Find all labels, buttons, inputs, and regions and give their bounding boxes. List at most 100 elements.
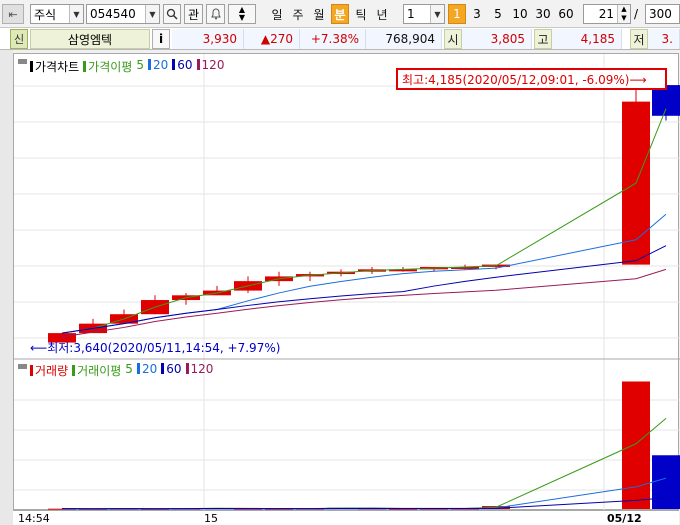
market-select[interactable]: 주식 ▼	[30, 4, 84, 24]
legend-entry[interactable]: 120	[185, 362, 214, 379]
legend-label: 거래이평	[77, 364, 122, 378]
volume-bar	[622, 381, 650, 509]
legend-marker-icon	[196, 59, 200, 70]
current-price: 3,930	[172, 29, 244, 49]
low-callout: ⟵최저:3,640(2020/05/11,14:54, +7.97%)	[30, 341, 281, 355]
legend-label: 20	[141, 362, 158, 376]
volume-legend: 거래량 거래이평 5 20 60 120	[30, 362, 213, 379]
left-strip	[0, 50, 13, 525]
x-tick-label: 05/12	[607, 512, 642, 525]
chevron-down-icon[interactable]: ▼	[145, 5, 159, 23]
bell-icon	[210, 8, 221, 20]
search-button[interactable]	[163, 4, 181, 24]
legend-label: 5	[136, 58, 144, 72]
period-button[interactable]: 일	[268, 4, 286, 24]
period-button[interactable]: 년	[373, 4, 391, 24]
legend-entry[interactable]: 가격차트	[30, 58, 79, 75]
interval-button[interactable]: 60	[555, 4, 577, 24]
legend-entry[interactable]: 60	[172, 58, 193, 75]
watchlist-button-label: 관	[187, 7, 200, 22]
period-button[interactable]: 월	[310, 4, 328, 24]
interval-button[interactable]: 1	[448, 4, 466, 24]
interval-button[interactable]: 10	[509, 4, 531, 24]
x-tick-label: 15	[204, 512, 218, 525]
legend-entry[interactable]: 5	[136, 58, 144, 75]
legend-label: 120	[190, 362, 214, 376]
price-change: ▲270	[244, 29, 300, 49]
legend-label: 60	[166, 362, 182, 376]
count-separator: /	[634, 7, 639, 21]
legend-label: 20	[152, 58, 169, 72]
spinner-icon[interactable]: ▲ ▼	[617, 5, 630, 23]
code-input-value: 054540	[90, 7, 136, 21]
chart-canvas	[14, 54, 680, 511]
legend-marker-icon	[172, 59, 176, 70]
price-legend: 가격차트 가격이평 5 20 60 120	[30, 58, 224, 75]
code-input[interactable]: 054540 ▼	[86, 4, 160, 24]
chart-area[interactable]	[13, 53, 680, 511]
legend-entry[interactable]: 5	[125, 362, 133, 379]
legend-marker-icon	[30, 365, 33, 376]
legend-marker-icon	[185, 363, 189, 374]
interval-button[interactable]: 3	[467, 4, 487, 24]
up-down-icon: ▲ ▼	[238, 5, 246, 22]
legend-label: 가격이평	[88, 60, 133, 74]
period-button[interactable]: 틱	[352, 4, 370, 24]
legend-entry[interactable]: 거래량	[30, 362, 68, 379]
open-label: 시	[444, 29, 462, 49]
legend-entry[interactable]: 60	[161, 362, 182, 379]
watchlist-button[interactable]: 관	[184, 4, 203, 24]
legend-marker-icon	[161, 363, 165, 374]
interval-select[interactable]: 1 ▼	[403, 4, 445, 24]
low-label: 저	[630, 29, 648, 49]
legend-entry[interactable]: 20	[147, 58, 169, 75]
period-button[interactable]: 주	[289, 4, 307, 24]
vol-ma5-line	[61, 417, 667, 510]
legend-label: 60	[177, 58, 193, 72]
ma60-line	[61, 245, 667, 334]
legend-marker-icon	[83, 61, 87, 72]
interval-button[interactable]: 5	[488, 4, 508, 24]
total-input-value: 300	[649, 7, 672, 21]
pane-handle-price[interactable]	[18, 59, 27, 64]
total-input[interactable]: 300	[645, 4, 680, 24]
volume-value: 768,904	[366, 29, 442, 49]
info-button[interactable]: i	[152, 29, 170, 49]
interval-button[interactable]: 30	[532, 4, 554, 24]
chevron-down-icon[interactable]: ▼	[69, 5, 83, 23]
panel-toggle-icon[interactable]: ⇤	[2, 4, 24, 24]
updown-button[interactable]: ▲ ▼	[228, 4, 256, 24]
interval-buttons: 1 3 5 10 30 60	[448, 4, 576, 24]
legend-label: 거래량	[35, 364, 69, 378]
legend-label: 120	[201, 58, 225, 72]
legend-marker-icon	[30, 61, 33, 72]
legend-entry[interactable]: 거래이평	[72, 362, 121, 379]
ma5-line	[61, 108, 667, 334]
period-buttons: 일주월분틱년	[268, 4, 394, 24]
low-price: 3.	[648, 29, 680, 49]
open-price: 3,805	[462, 29, 532, 49]
new-listing-badge: 신	[10, 29, 28, 49]
legend-marker-icon	[136, 363, 140, 374]
high-callout: 최고:4,185(2020/05/12,09:01, -6.09%)⟶	[396, 68, 667, 90]
magnifier-icon	[166, 8, 178, 20]
alert-button[interactable]	[206, 4, 225, 24]
legend-label: 가격차트	[35, 60, 80, 74]
chart-window: ⇤ 주식 ▼ 054540 ▼ 관 ▲ ▼ 일주월분틱년 1 ▼ 1 3 5 10 30 6…	[0, 0, 680, 525]
legend-entry[interactable]: 가격이평	[83, 58, 132, 75]
chevron-down-icon[interactable]: ▼	[430, 5, 444, 23]
stock-name[interactable]: 삼영엠텍	[30, 29, 150, 49]
high-price: 4,185	[552, 29, 622, 49]
interval-select-value: 1	[407, 7, 415, 21]
legend-entry[interactable]: 120	[196, 58, 225, 75]
legend-marker-icon	[147, 59, 151, 70]
vol-ma60-line	[61, 497, 667, 510]
ma20-line	[61, 213, 667, 334]
high-label: 고	[534, 29, 552, 49]
period-button[interactable]: 분	[331, 4, 349, 24]
market-select-value: 주식	[34, 7, 57, 22]
count-input[interactable]: 21 ▲ ▼	[583, 4, 631, 24]
pane-handle-volume[interactable]	[18, 364, 27, 369]
legend-label: 5	[125, 362, 133, 376]
legend-entry[interactable]: 20	[136, 362, 158, 379]
